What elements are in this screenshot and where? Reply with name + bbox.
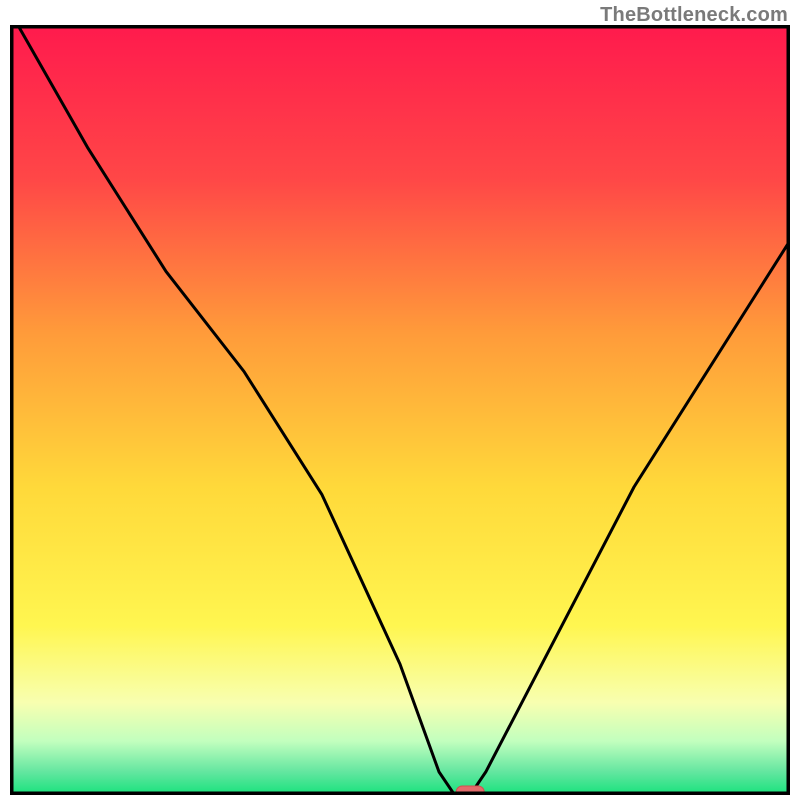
plot-background <box>10 25 790 795</box>
chart-container: TheBottleneck.com <box>0 0 800 800</box>
watermark-text: TheBottleneck.com <box>600 4 788 27</box>
chart-svg <box>10 25 790 795</box>
